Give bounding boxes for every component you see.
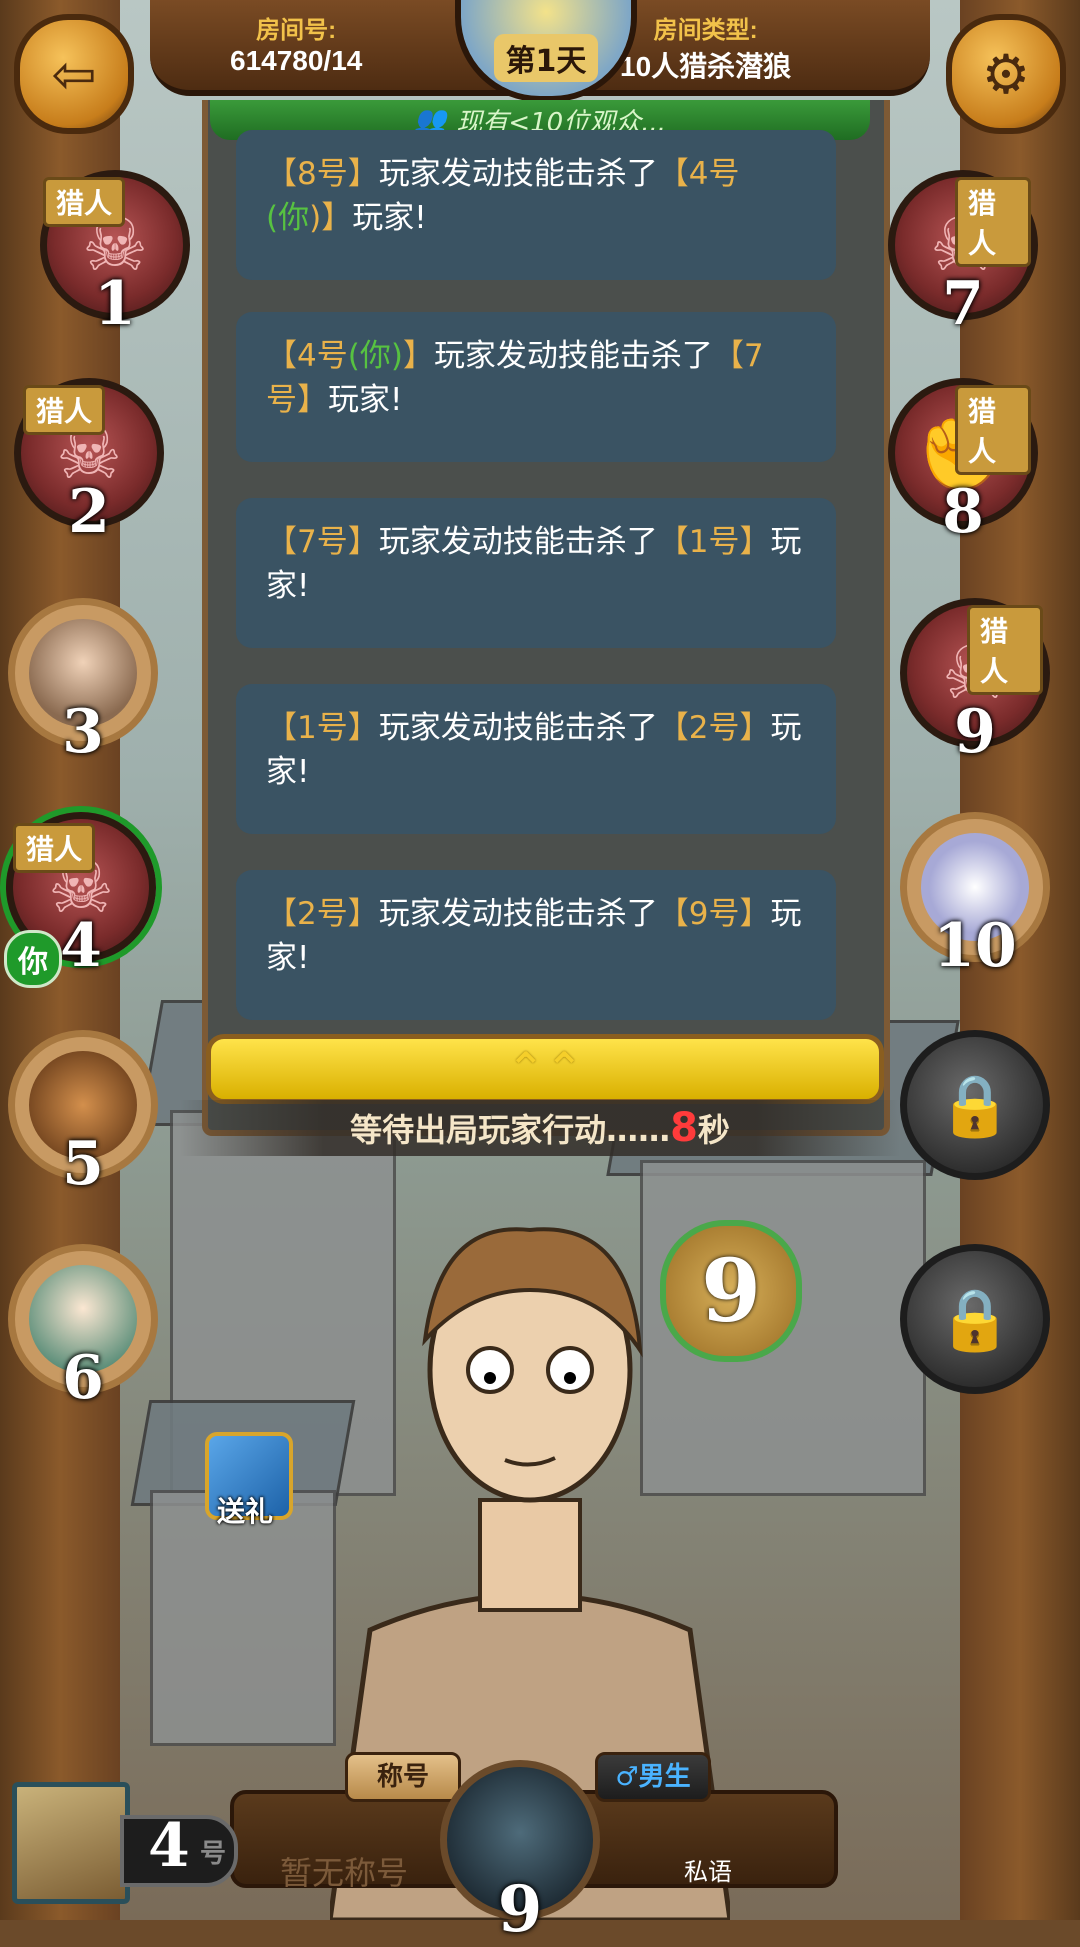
gift-button[interactable]: 送礼 (185, 1410, 305, 1530)
double-chevron-up-icon: ⌃⌃ (506, 1042, 584, 1096)
message-action: 玩家发动技能击杀了 (378, 156, 658, 192)
seat-number: 1 (94, 269, 136, 339)
locked-seat: 🔒 (900, 1030, 1050, 1180)
countdown-unit: 秒 (697, 1111, 730, 1149)
settings-button[interactable]: ⚙ (946, 14, 1066, 134)
player-seat-5[interactable]: 5 (8, 1030, 158, 1199)
message-actor: 【4号 (266, 338, 348, 374)
current-speaker-avatar[interactable]: 9 (440, 1760, 600, 1947)
seat-number: 9 (954, 697, 996, 767)
role-tag: 猎人 (967, 605, 1043, 695)
seat-number: 4 (60, 911, 102, 981)
back-arrow-icon: ⇦ (51, 42, 97, 106)
seat-number: 5 (62, 1129, 104, 1199)
gear-icon: ⚙ (981, 42, 1031, 106)
room-id: 房间号: 614780/14 (230, 10, 362, 77)
whisper-button[interactable]: 私语 (684, 1852, 732, 1887)
message-action: 玩家发动技能击杀了 (433, 338, 713, 374)
message-target: 【1号】 (657, 524, 771, 560)
log-message: 【2号】玩家发动技能击杀了【9号】玩家! (236, 870, 836, 1020)
my-seat-number: 4 号 (120, 1811, 238, 1887)
room-id-label: 房间号: (256, 17, 337, 44)
log-message: 【8号】玩家发动技能击杀了【4号 (你)】玩家! (236, 130, 836, 280)
room-type-label: 房间类型: (653, 17, 758, 44)
role-tag: 猎人 (23, 385, 106, 435)
title-label: 称号 (345, 1752, 461, 1802)
player-seat-8[interactable]: ✊ 猎人 8 (888, 378, 1038, 547)
seat-number: 8 (942, 477, 984, 547)
my-role-card[interactable] (12, 1782, 130, 1904)
back-button[interactable]: ⇦ (14, 14, 134, 134)
status-text: 等待出局玩家行动…… (350, 1111, 671, 1149)
role-tag: 猎人 (955, 177, 1031, 267)
room-type: 房间类型: 10人猎杀潜狼 (620, 10, 791, 85)
lock-icon: 🔒 (937, 1070, 1013, 1141)
you-badge: 你 (4, 930, 62, 988)
seat-number: 9 (497, 1872, 543, 1947)
my-seat-value: 4 (148, 1811, 190, 1881)
message-action: 玩家发动技能击杀了 (378, 896, 658, 932)
message-actor-end: 】 (402, 338, 434, 374)
no-title-text: 暂无称号 (280, 1854, 409, 1892)
gender-label: ♂男生 (595, 1752, 711, 1802)
gift-label: 送礼 (216, 1495, 273, 1528)
role-tag: 猎人 (955, 385, 1031, 475)
message-you-marker: (你 (266, 200, 310, 236)
role-tag: 猎人 (43, 177, 126, 227)
seat-number: 3 (62, 697, 104, 767)
role-tag: 猎人 (13, 823, 96, 873)
message-action: 玩家发动技能击杀了 (378, 524, 658, 560)
message-tail: 玩家! (352, 200, 427, 236)
message-target: 【2号】 (657, 710, 771, 746)
log-message: 【7号】玩家发动技能击杀了【1号】玩家! (236, 498, 836, 648)
player-seat-9[interactable]: ☠ 猎人 9 (900, 598, 1050, 767)
message-actor: 【2号】 (266, 896, 379, 932)
message-tail: 玩家! (328, 382, 403, 418)
seat-number: 10 (933, 911, 1017, 981)
message-you-marker: (你) (347, 338, 403, 374)
message-action: 玩家发动技能击杀了 (378, 710, 658, 746)
room-type-value: 10人猎杀潜狼 (620, 51, 792, 82)
locked-seat: 🔒 (900, 1244, 1050, 1394)
expand-log-button[interactable]: ⌃⌃ (206, 1034, 884, 1104)
seat-number: 7 (942, 269, 984, 339)
my-seat-suffix: 号 (200, 1839, 227, 1869)
seat-number: 6 (62, 1343, 104, 1413)
message-actor: 【8号】 (266, 156, 379, 192)
player-seat-1[interactable]: ☠ 猎人 1 (40, 170, 190, 339)
lock-icon: 🔒 (937, 1284, 1013, 1355)
log-message: 【4号(你)】玩家发动技能击杀了【7号】玩家! (236, 312, 836, 462)
room-id-value: 614780/14 (230, 45, 363, 76)
player-seat-2[interactable]: ☠ 猎人 2 (14, 378, 164, 547)
countdown-seconds: 8 (670, 1105, 698, 1151)
day-label: 第1天 (493, 34, 599, 82)
message-target-end: )】 (309, 200, 353, 236)
log-message: 【1号】玩家发动技能击杀了【2号】玩家! (236, 684, 836, 834)
player-seat-10[interactable]: 10 (900, 812, 1050, 981)
message-actor: 【1号】 (266, 710, 379, 746)
player-seat-6[interactable]: 6 (8, 1244, 158, 1413)
message-actor: 【7号】 (266, 524, 379, 560)
seat-number: 2 (68, 477, 110, 547)
message-target: 【4号 (657, 156, 740, 192)
message-target: 【9号】 (657, 896, 771, 932)
speaking-player-bubble: 9 (660, 1220, 802, 1362)
status-bar: 等待出局玩家行动……8秒 (180, 1100, 900, 1156)
player-seat-3[interactable]: 3 (8, 598, 158, 767)
player-seat-7[interactable]: ☠ 猎人 7 (888, 170, 1038, 339)
